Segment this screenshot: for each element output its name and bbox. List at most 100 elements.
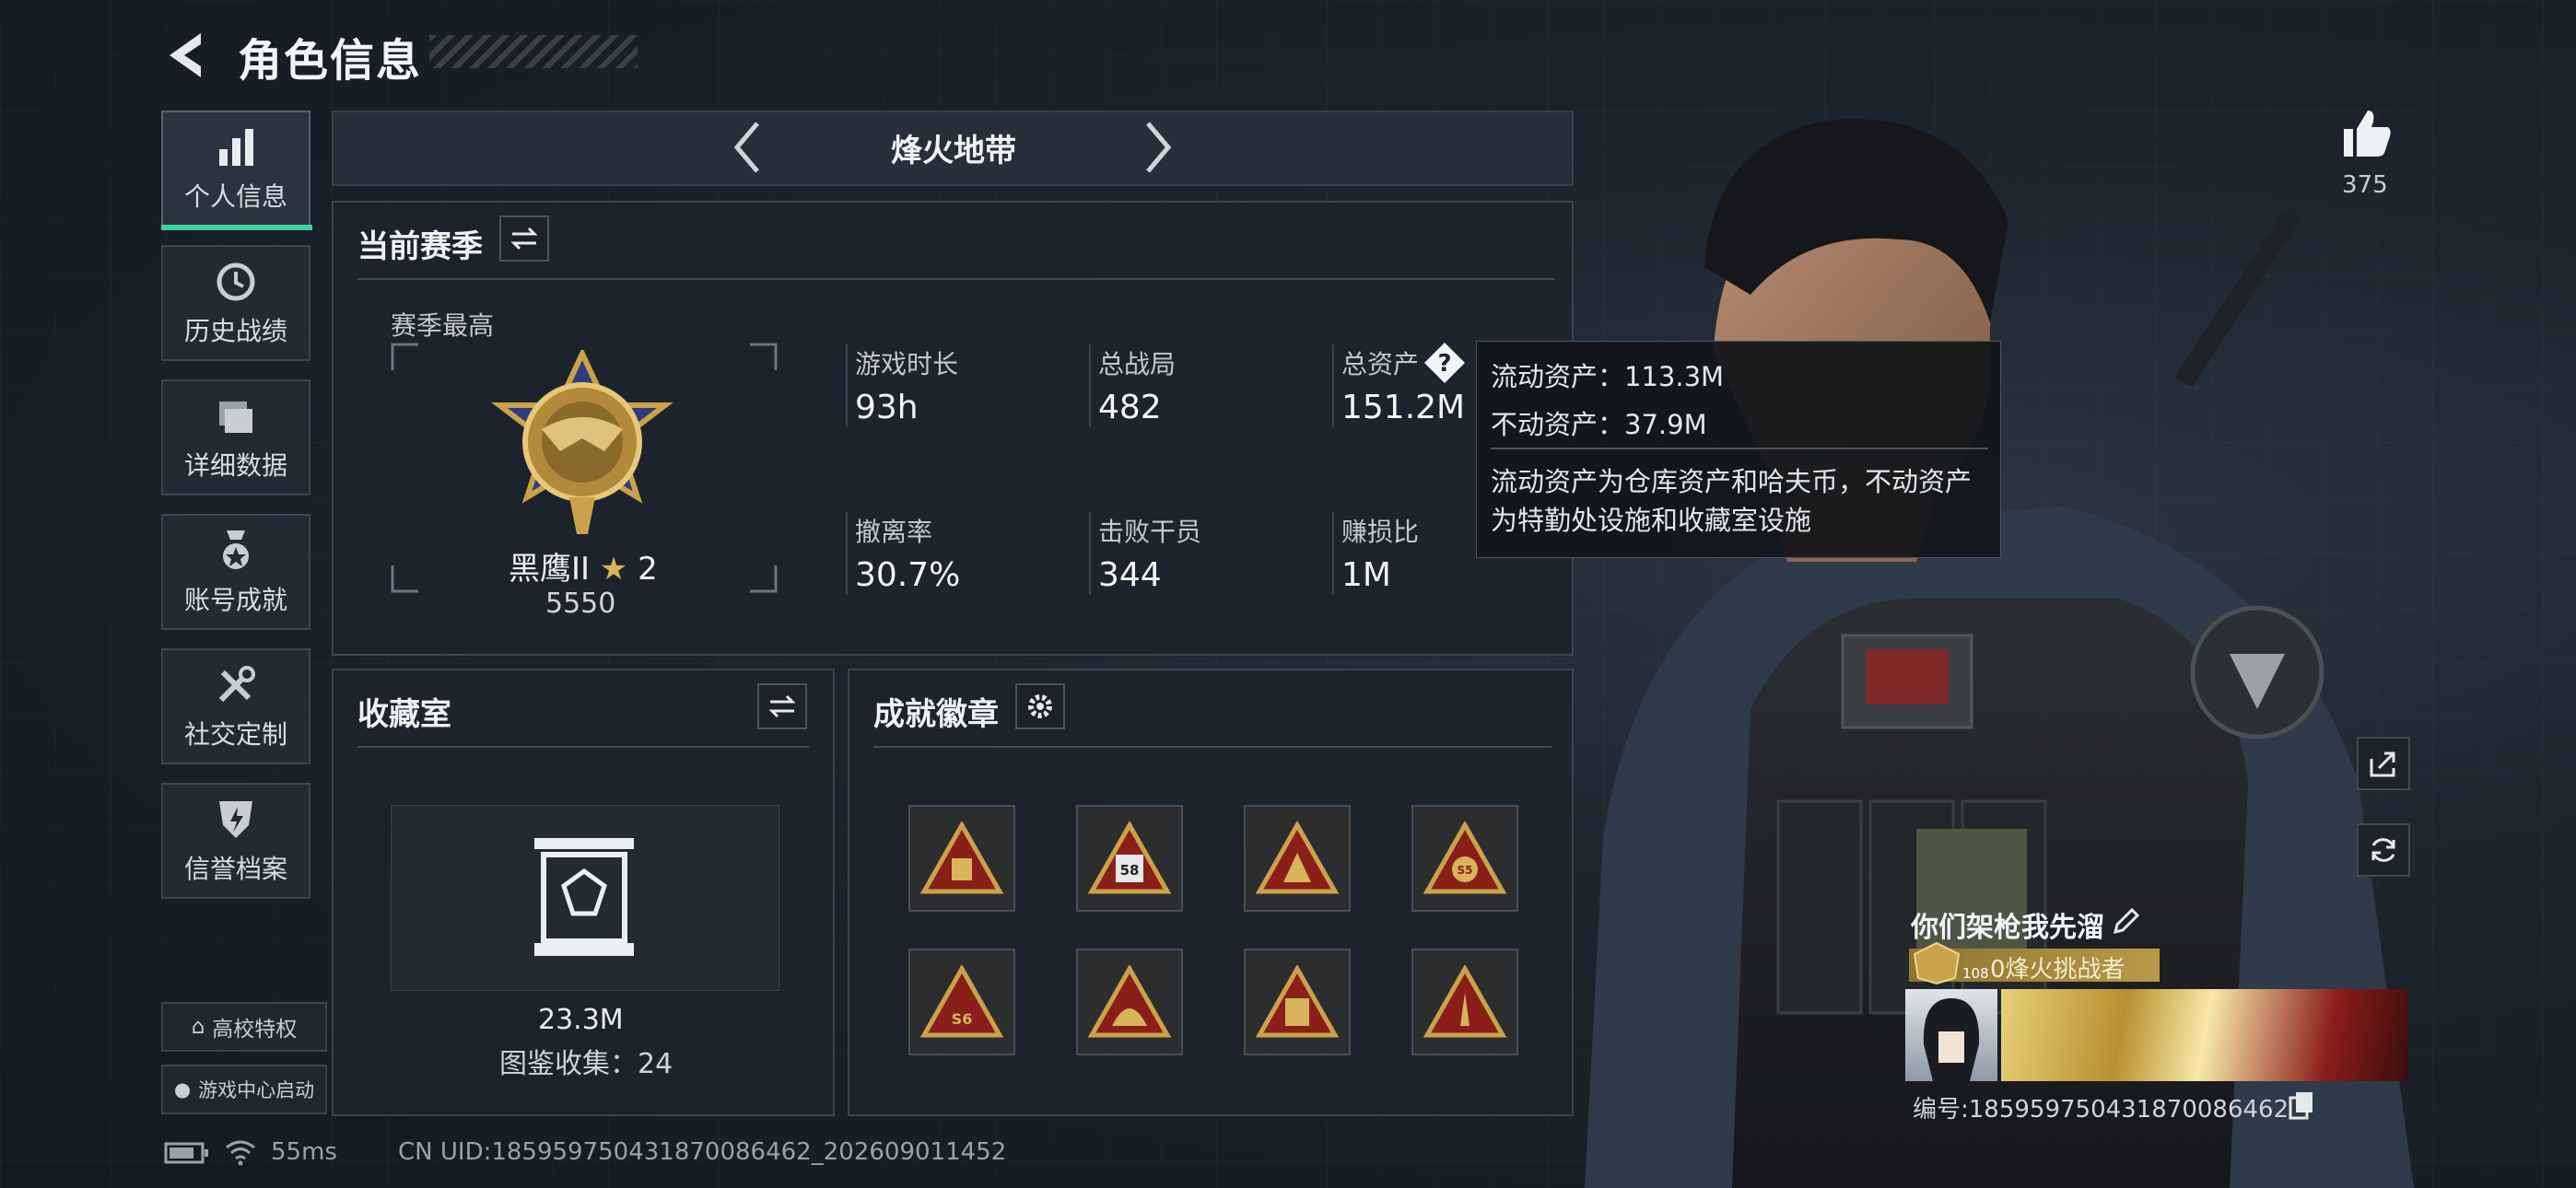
season-name: 烽火地带: [891, 133, 1016, 169]
player-id: 编号:18595975043187008646​2: [1913, 1096, 2289, 1124]
shield-bolt-icon: [219, 801, 252, 838]
campus-icon: ⌂: [191, 1015, 205, 1039]
stat-divider: [846, 344, 848, 427]
stat-value: 1M: [1341, 556, 1391, 594]
nav-credit-file[interactable]: 信誉档案: [161, 783, 310, 899]
game-center-button[interactable]: ● 游戏中心启动: [161, 1065, 327, 1114]
nav-history[interactable]: 历史战绩: [161, 245, 310, 361]
tools-icon: [218, 666, 255, 703]
swap-icon: [768, 694, 796, 718]
nav-label: 信誉档案: [183, 854, 287, 884]
badges-settings-button[interactable]: [1015, 683, 1065, 729]
badge-triangle-icon: S6: [920, 965, 1003, 1038]
achievement-badge[interactable]: [1411, 949, 1518, 1055]
achievement-badge[interactable]: [908, 805, 1015, 912]
badge-triangle-icon: [920, 821, 1003, 894]
divider: [357, 746, 809, 748]
stat-value: 30.7%: [855, 556, 961, 594]
active-indicator: [161, 225, 312, 230]
stat-value: 151.2M: [1341, 389, 1466, 426]
achievement-badge[interactable]: 58: [1076, 805, 1183, 912]
refresh-button[interactable]: [2357, 823, 2410, 877]
history-clock-icon: [217, 262, 255, 301]
svg-text:?: ?: [1437, 350, 1451, 378]
nav-label: 详细数据: [183, 450, 287, 481]
stat-value: 482: [1098, 389, 1162, 426]
nav-label: 个人信息: [183, 181, 287, 212]
tooltip-liquid-assets: 流动资产：113.3M: [1491, 361, 1725, 392]
stat-divider: [1332, 344, 1334, 427]
achievement-badge[interactable]: [1076, 949, 1183, 1055]
season-highest-label: 赛季最高: [391, 310, 495, 341]
star-icon: ★: [599, 551, 628, 588]
uid-text: CN UID:18595975043187008646​2_2026090114…: [398, 1138, 1007, 1166]
refresh-icon: [2371, 838, 2395, 862]
tooltip-desc-line2: 为特勤处设施和收藏室设施: [1491, 505, 1812, 536]
wifi-icon: [226, 1140, 255, 1166]
achievement-badge[interactable]: [1244, 949, 1351, 1055]
nav-detailed-data[interactable]: 详细数据: [161, 379, 310, 495]
stat-divider: [1332, 512, 1334, 595]
nav-label: 社交定制: [183, 719, 287, 750]
player-banner[interactable]: [2001, 989, 2408, 1081]
badge-triangle-icon: S5: [1423, 821, 1506, 894]
achievement-badge[interactable]: S6: [908, 949, 1015, 1055]
player-name: 你们架枪我先溜: [1911, 912, 2104, 944]
edit-name-icon[interactable]: [2110, 906, 2141, 938]
avatar-illustration: [1923, 998, 1980, 1081]
bell-icon: ●: [173, 1078, 192, 1101]
collection-value: 23.3M: [538, 1004, 624, 1036]
badge-triangle-icon: 58: [1088, 821, 1171, 894]
badge-triangle-icon: [1256, 965, 1339, 1038]
copy-icon[interactable]: [2289, 1090, 2314, 1120]
battery-icon: [164, 1142, 208, 1164]
thumbs-up-icon[interactable]: [2338, 105, 2394, 160]
nav-label: 账号成就: [183, 585, 287, 615]
player-avatar[interactable]: [1905, 989, 1997, 1081]
player-title: 0烽火挑战者: [1990, 956, 2125, 984]
divider: [357, 278, 1555, 280]
badge-number: S5: [1458, 864, 1473, 877]
campus-privilege-button[interactable]: ⌂ 高校特权: [161, 1002, 327, 1052]
badge-number: S6: [952, 1010, 973, 1028]
share-icon: [2370, 751, 2395, 777]
level-emblem-icon: [1913, 941, 1961, 985]
stat-label: 总战局: [1098, 349, 1177, 379]
badge-triangle-icon: [1256, 821, 1339, 894]
bar-chart-icon: [219, 129, 253, 166]
rank-name-row: 黑鹰II ★ 2: [509, 543, 658, 588]
campus-label: 高校特权: [212, 1018, 298, 1042]
stat-divider: [1089, 344, 1091, 427]
achievement-badge[interactable]: [1244, 805, 1351, 912]
nav-personal-info[interactable]: 个人信息: [161, 111, 310, 227]
nav-achievements[interactable]: 账号成就: [161, 514, 310, 630]
rank-stars: 2: [638, 551, 658, 588]
stat-label: 游戏时长: [855, 349, 959, 379]
gear-icon: [1028, 694, 1052, 718]
help-question-icon[interactable]: ?: [1423, 341, 1467, 385]
achievement-badge[interactable]: S5: [1411, 805, 1518, 912]
swap-mode-button[interactable]: [499, 215, 549, 262]
collection-title: 收藏室: [357, 696, 451, 733]
nav-social-custom[interactable]: 社交定制: [161, 648, 310, 764]
badge-triangle-icon: [1088, 965, 1171, 1038]
share-button[interactable]: [2357, 737, 2410, 790]
stat-divider: [846, 512, 848, 595]
page-title: 角色信息: [238, 35, 423, 87]
achievement-medal-icon: [223, 530, 249, 569]
next-season-arrow-icon[interactable]: [1142, 120, 1174, 175]
rank-score: 5550: [545, 588, 616, 620]
likes-count: 375: [2342, 171, 2388, 199]
stat-label: 赚损比: [1341, 517, 1420, 547]
tooltip-fixed-assets: 不动资产：37.9M: [1491, 409, 1707, 440]
collection-count: 图鉴收集：24: [499, 1048, 673, 1080]
stat-value: 344: [1098, 556, 1162, 594]
prev-season-arrow-icon[interactable]: [732, 120, 763, 175]
divider: [873, 746, 1551, 748]
rank-medal-icon: [491, 350, 673, 534]
stat-label: 总资产: [1341, 349, 1420, 379]
collection-swap-button[interactable]: [757, 683, 807, 729]
stat-label: 撤离率: [855, 517, 933, 547]
back-arrow-icon[interactable]: [164, 28, 212, 83]
ping-value: 55ms: [271, 1138, 337, 1166]
